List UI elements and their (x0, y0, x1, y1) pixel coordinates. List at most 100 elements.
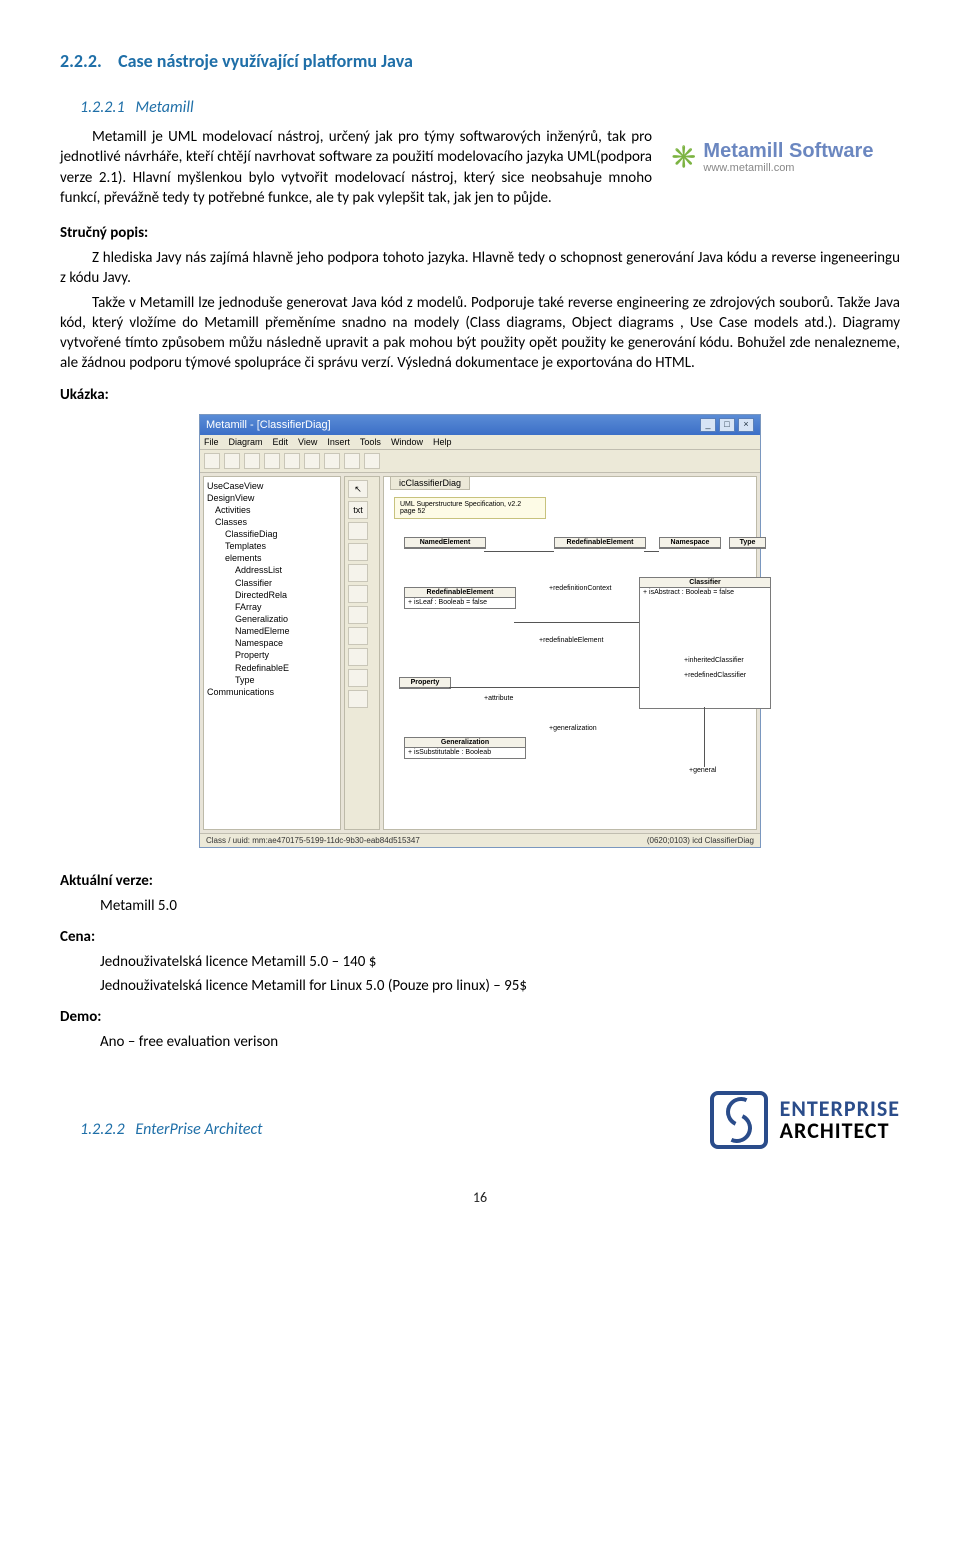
menu-file[interactable]: File (204, 437, 219, 447)
uml-class[interactable]: Property (399, 677, 451, 689)
diagram-canvas[interactable]: icClassifierDiag UML Superstructure Spec… (383, 476, 757, 830)
tree-item[interactable]: Property (207, 649, 337, 661)
tree-item[interactable]: Generalizatio (207, 613, 337, 625)
toolbar-button[interactable] (324, 453, 340, 469)
tree-item[interactable]: DesignView (207, 492, 337, 504)
palette-tool[interactable] (348, 648, 368, 666)
toolbar-button[interactable] (364, 453, 380, 469)
window-close-button[interactable]: × (738, 418, 754, 432)
enterprise-architect-logo: ENTERPRISE ARCHITECT (710, 1091, 900, 1149)
class-attr: + isAbstract : Booleab = false (640, 588, 770, 598)
ea-badge-icon (710, 1091, 768, 1149)
h3b-title: EnterPrise Architect (135, 1120, 262, 1139)
palette-tool[interactable] (348, 606, 368, 624)
palette-text[interactable]: txt (348, 501, 368, 519)
menu-diagram[interactable]: Diagram (229, 437, 263, 447)
assoc-label: +general (689, 767, 716, 774)
menu-insert[interactable]: Insert (327, 437, 350, 447)
tree-item[interactable]: FArray (207, 601, 337, 613)
diagram-tab[interactable]: icClassifierDiag (390, 476, 470, 490)
h3b-number: 1.2.2.2 (80, 1120, 125, 1139)
menu-edit[interactable]: Edit (273, 437, 289, 447)
h2-number: 2.2.2. (60, 50, 102, 72)
tree-item[interactable]: DirectedRela (207, 589, 337, 601)
tree-item[interactable]: Classes (207, 516, 337, 528)
tree-item[interactable]: ClassifieDiag (207, 528, 337, 540)
assoc-label: +attribute (484, 695, 513, 702)
app-toolbar (200, 450, 760, 473)
uml-class[interactable]: Type (729, 537, 766, 549)
uml-class[interactable]: NamedElement (404, 537, 486, 549)
class-name: NamedElement (405, 538, 485, 548)
demo-value: Ano – free evaluation verison (100, 1032, 900, 1052)
tree-panel[interactable]: UseCaseView DesignView Activities Classe… (203, 476, 341, 830)
class-name: Classifier (640, 578, 770, 588)
subhead-description: Stručný popis: (60, 224, 900, 242)
note-sub: page 52 (400, 508, 540, 515)
uml-connector (514, 622, 639, 623)
class-name: Type (730, 538, 765, 548)
toolbar-button[interactable] (304, 453, 320, 469)
ea-logo-line2: ARCHITECT (780, 1120, 900, 1142)
tree-item[interactable]: Type (207, 674, 337, 686)
uml-connector (449, 687, 639, 688)
tree-item[interactable]: Namespace (207, 637, 337, 649)
palette-tool[interactable] (348, 690, 368, 708)
toolbar-button[interactable] (204, 453, 220, 469)
uml-connector (484, 551, 554, 552)
app-title: Metamill - [ClassifierDiag] (206, 419, 331, 431)
tree-item[interactable]: Activities (207, 504, 337, 516)
palette-tool[interactable] (348, 669, 368, 687)
palette-tool[interactable] (348, 564, 368, 582)
uml-class[interactable]: RedefinableElement + isLeaf : Booleab = … (404, 587, 516, 609)
palette-tool[interactable] (348, 522, 368, 540)
uml-class[interactable]: RedefinableElement (554, 537, 646, 549)
tree-item[interactable]: Communications (207, 686, 337, 698)
toolbar-button[interactable] (264, 453, 280, 469)
window-minimize-button[interactable]: _ (700, 418, 716, 432)
app-titlebar: Metamill - [ClassifierDiag] _ □ × (200, 415, 760, 435)
tree-item[interactable]: Classifier (207, 577, 337, 589)
class-name: RedefinableElement (405, 588, 515, 598)
palette-tool[interactable] (348, 543, 368, 561)
toolbar-button[interactable] (244, 453, 260, 469)
class-name: Generalization (405, 738, 525, 748)
tree-item[interactable]: UseCaseView (207, 480, 337, 492)
paragraph-2: Z hlediska Javy nás zajímá hlavně jeho p… (60, 248, 900, 289)
assoc-label: +redefinitionContext (549, 585, 611, 592)
heading-3b: 1.2.2.2 EnterPrise Architect (80, 1120, 263, 1139)
palette-pointer[interactable]: ↖ (348, 480, 368, 498)
uml-class[interactable]: Classifier + isAbstract : Booleab = fals… (639, 577, 771, 709)
assoc-label: +inheritedClassifier (684, 657, 744, 664)
gear-icon: ✳️ (670, 144, 697, 170)
uml-note[interactable]: UML Superstructure Specification, v2.2 p… (394, 497, 546, 519)
tool-palette: ↖ txt (344, 476, 380, 830)
menu-window[interactable]: Window (391, 437, 423, 447)
subhead-demo: Demo: (60, 1008, 900, 1026)
uml-class[interactable]: Namespace (659, 537, 721, 549)
menu-tools[interactable]: Tools (360, 437, 381, 447)
tree-item[interactable]: elements (207, 552, 337, 564)
palette-tool[interactable] (348, 627, 368, 645)
uml-class[interactable]: Generalization + isSubstitutable : Boole… (404, 737, 526, 759)
status-right: (0620;0103) icd ClassifierDiag (647, 836, 754, 845)
class-name: Namespace (660, 538, 720, 548)
palette-tool[interactable] (348, 585, 368, 603)
tree-item[interactable]: NamedEleme (207, 625, 337, 637)
h3-number: 1.2.2.1 (80, 98, 125, 117)
status-left: Class / uuid: mm:ae470175-5199-11dc-9b30… (206, 836, 420, 845)
window-maximize-button[interactable]: □ (719, 418, 735, 432)
toolbar-button[interactable] (284, 453, 300, 469)
tree-item[interactable]: RedefinableE (207, 662, 337, 674)
tree-item[interactable]: AddressList (207, 564, 337, 576)
toolbar-button[interactable] (224, 453, 240, 469)
subhead-version: Aktuální verze: (60, 872, 900, 890)
tree-item[interactable]: Templates (207, 540, 337, 552)
toolbar-button[interactable] (344, 453, 360, 469)
paragraph-intro: Metamill je UML modelovací nástroj, urče… (60, 127, 652, 208)
version-value: Metamill 5.0 (100, 896, 900, 916)
class-name: Property (400, 678, 450, 688)
menu-help[interactable]: Help (433, 437, 452, 447)
metamill-logo: ✳️ Metamill Software www.metamill.com (670, 127, 900, 187)
menu-view[interactable]: View (298, 437, 317, 447)
